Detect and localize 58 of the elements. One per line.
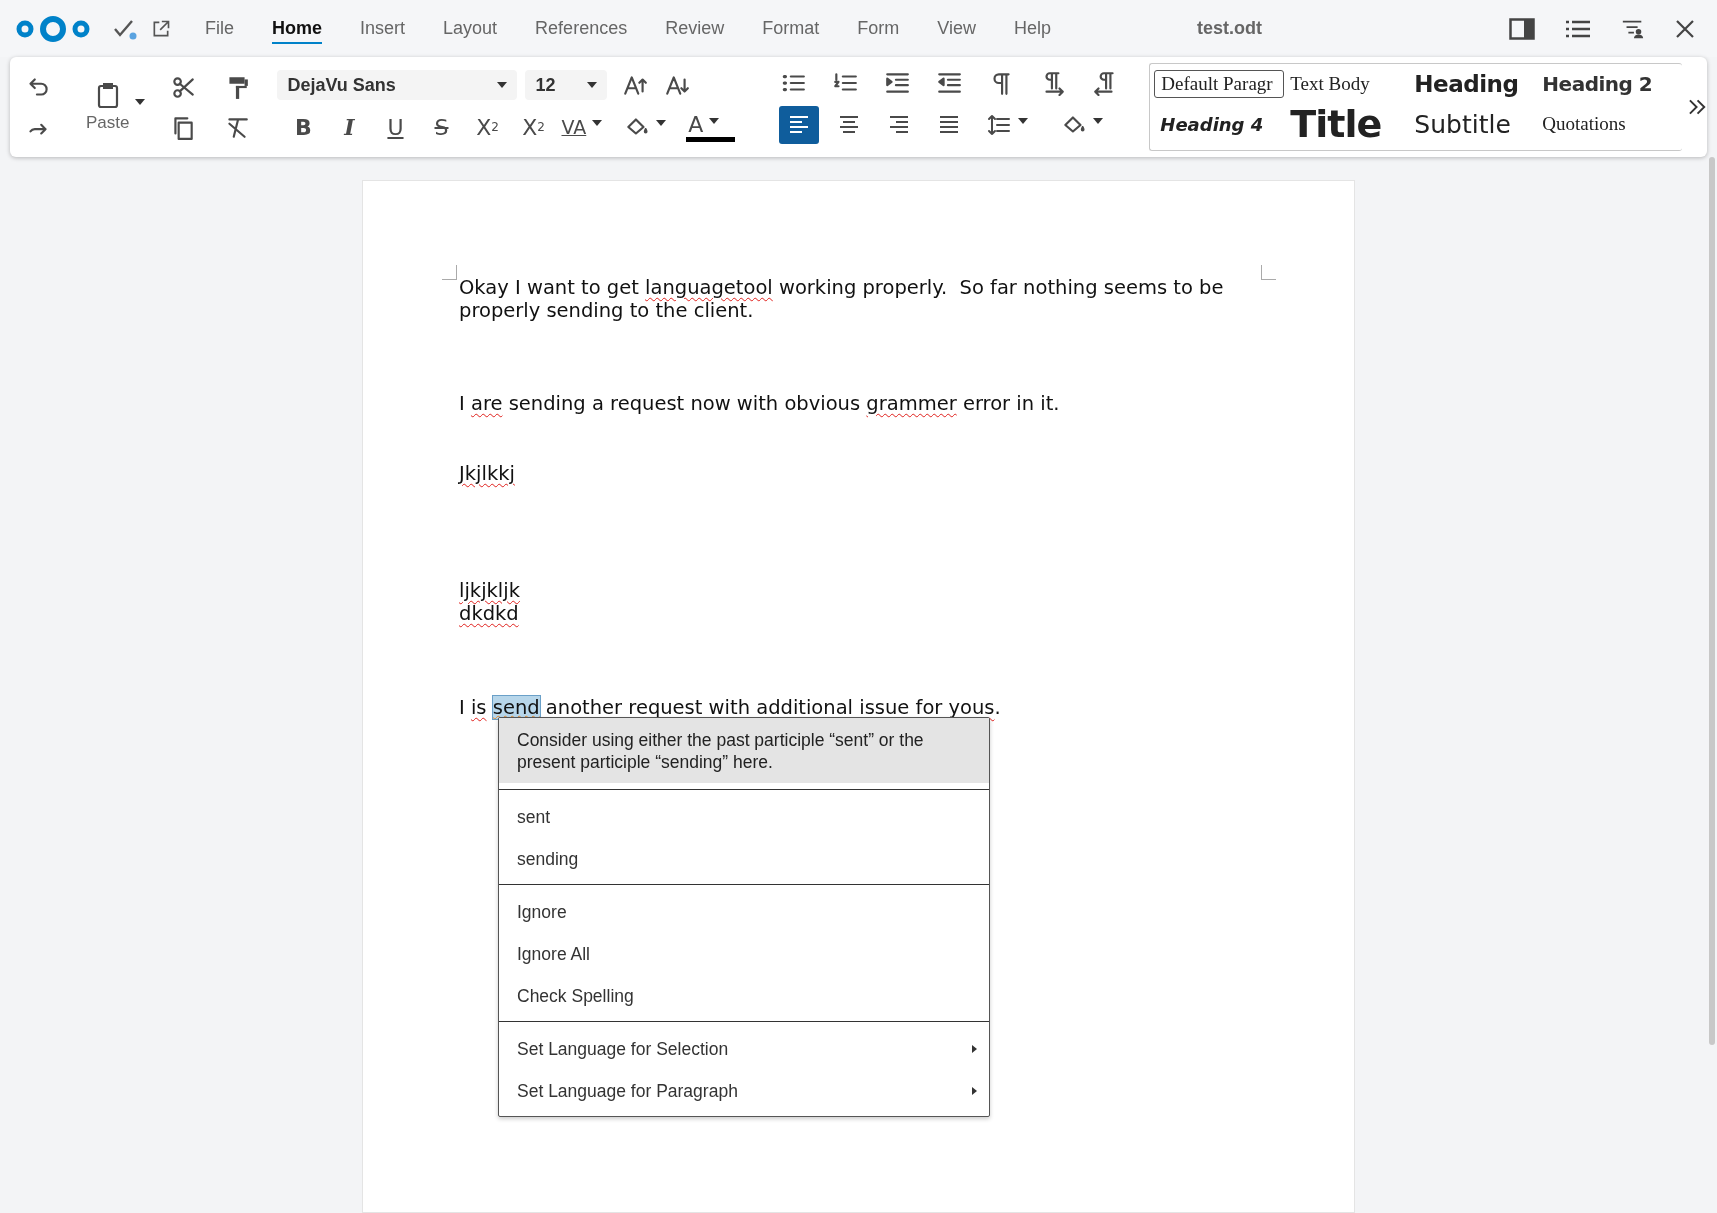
italic-button[interactable]: I: [329, 110, 370, 144]
bold-button[interactable]: B: [283, 110, 324, 144]
character-spacing-button[interactable]: VA: [559, 110, 617, 144]
menu-tab[interactable]: Format: [762, 13, 820, 44]
style-item[interactable]: Default Paragr: [1154, 70, 1285, 98]
font-name-dropdown[interactable]: DejaVu Sans: [277, 70, 518, 100]
style-item[interactable]: Quotations: [1536, 111, 1682, 137]
menu-tab[interactable]: Review: [665, 13, 725, 44]
style-item[interactable]: Title: [1284, 100, 1409, 148]
decrease-indent-icon[interactable]: [935, 70, 964, 96]
style-item[interactable]: Heading: [1408, 69, 1537, 99]
style-item[interactable]: Subtitle: [1408, 107, 1537, 141]
scrollbar[interactable]: [1709, 157, 1715, 1045]
superscript-button[interactable]: X$^{2}$: [513, 110, 554, 144]
menu-tab[interactable]: Layout: [443, 13, 498, 44]
font-size-dropdown[interactable]: 12: [525, 70, 608, 100]
document-text-line: Jkjlkkj: [459, 462, 515, 485]
line-spacing-icon: [986, 113, 1013, 137]
increase-indent-icon[interactable]: [883, 70, 912, 96]
paste-button[interactable]: Paste: [86, 81, 130, 133]
document-text-line: properly sending to the client.: [459, 299, 754, 322]
suggestion-message: Consider using either the past participle “sent” or the present participle “sending” here.: [499, 718, 989, 789]
menu-tab[interactable]: References: [535, 13, 628, 44]
external-link-icon[interactable]: [151, 18, 171, 39]
style-item[interactable]: Heading 4: [1154, 111, 1285, 137]
menu-tab[interactable]: Insert: [360, 13, 406, 44]
menu-item[interactable]: Ignore: [499, 891, 989, 933]
sidebar-icon[interactable]: [1509, 17, 1535, 40]
underline-button[interactable]: U: [375, 110, 416, 144]
strikethrough-button[interactable]: S: [421, 110, 462, 144]
close-icon[interactable]: [1675, 18, 1695, 39]
document-title: test.odt: [1196, 18, 1262, 39]
document-text-line: dkdkd: [459, 602, 519, 625]
menu-tab[interactable]: Form: [857, 13, 900, 44]
font-color-button[interactable]: A: [686, 112, 736, 142]
menu-item[interactable]: sending: [499, 838, 989, 880]
menu-item[interactable]: Check Spelling: [499, 975, 989, 1017]
caret-icon[interactable]: [135, 99, 146, 105]
menu-item[interactable]: Set Language for Paragraph: [499, 1070, 989, 1112]
document-text-line: I are sending a request now with obvious grammer error in it.: [459, 392, 1060, 415]
style-item[interactable]: Text Body: [1284, 71, 1409, 97]
menu-tab[interactable]: Home: [272, 13, 323, 44]
document-text-line: ljkjkljk: [459, 579, 520, 602]
document-text-line: Okay I want to get languagetool working properly. So far nothing seems to be: [459, 276, 1224, 299]
menu-tab[interactable]: Help: [1013, 13, 1051, 44]
menu-tab[interactable]: View: [937, 13, 976, 44]
menu-item[interactable]: Ignore All: [499, 933, 989, 975]
chevron-icon[interactable]: [1687, 98, 1707, 116]
menu-item[interactable]: sent: [499, 796, 989, 838]
document-text-line: I is send another request with additional issue for yous.: [459, 696, 1001, 719]
list-icon[interactable]: [1565, 18, 1591, 39]
menu-tab[interactable]: File: [205, 13, 234, 44]
logo-icon[interactable]: [15, 13, 91, 44]
caret-icon: [587, 82, 598, 88]
menu-item[interactable]: Set Language for Selection: [499, 1028, 989, 1070]
align-button[interactable]: [779, 106, 820, 144]
caret-icon: [497, 82, 508, 88]
style-item[interactable]: Heading 2: [1536, 70, 1682, 98]
